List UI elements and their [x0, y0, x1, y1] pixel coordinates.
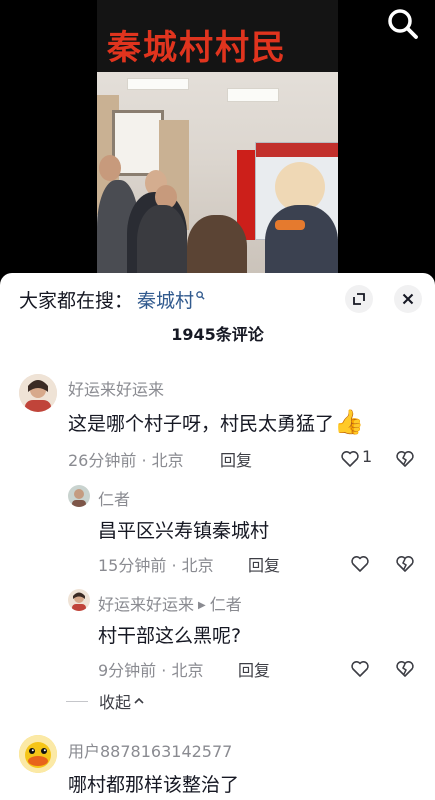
banner: 秦城村村民 [97, 0, 338, 72]
like-count: 1 [362, 447, 373, 466]
comment-location: 北京 [151, 451, 184, 470]
comment-meta: 26分钟前 · 北京 [68, 451, 184, 470]
reply-username[interactable]: 好运来好运来 [98, 595, 194, 614]
expand-button[interactable] [345, 285, 373, 313]
comments-sheet: 大家都在搜： 秦城村 1945条评论 好运来好运来 这是哪个村子呀，村民太勇猛了… [0, 273, 435, 800]
reply-location: 北京 [171, 661, 204, 680]
search-icon[interactable] [385, 6, 421, 42]
reply-text: 昌平区兴寿镇秦城村 [98, 520, 270, 542]
comment-text-body: 这是哪个村子呀，村民太勇猛了 [68, 413, 335, 435]
reply-time: 9分钟前 [98, 661, 157, 680]
heart-icon[interactable] [350, 554, 370, 574]
reply-time: 15分钟前 [98, 556, 167, 575]
scarf [275, 220, 305, 230]
heart-icon[interactable] [340, 449, 360, 469]
trending-search-prefix: 大家都在搜： [19, 289, 134, 312]
video-frame: 秦城村村民 [97, 0, 338, 285]
video-player[interactable]: 秦城村村民 [0, 0, 435, 285]
broken-heart-icon[interactable] [395, 554, 415, 574]
avatar[interactable] [68, 485, 90, 507]
ceiling-light [227, 88, 279, 102]
collapse-replies-button[interactable]: 收起 [66, 689, 144, 713]
comment-username[interactable]: 用户8878163142577 [68, 738, 232, 762]
collapse-label: 收起 [99, 693, 132, 712]
reply-meta: 15分钟前 · 北京 [98, 556, 214, 575]
reply-username[interactable]: 仁者 [98, 486, 130, 510]
comment-time: 26分钟前 [68, 451, 137, 470]
reply-to-username[interactable]: 仁者 [210, 595, 242, 614]
reply-arrow-icon: ▶ [198, 600, 206, 611]
thumbs-up-emoji: 👍 [334, 408, 364, 436]
comment-text: 哪村都那样该整治了 [68, 774, 240, 796]
divider [66, 700, 88, 702]
trending-search[interactable]: 大家都在搜： 秦城村 [19, 286, 205, 313]
chevron-up-icon [134, 694, 144, 708]
avatar[interactable] [68, 589, 90, 611]
banner-text: 秦城村村民 [107, 28, 287, 68]
reply-username-line: 好运来好运来 ▶ 仁者 [98, 591, 242, 615]
comment-count: 1945条评论 [171, 325, 264, 344]
comment-username[interactable]: 好运来好运来 [68, 376, 164, 400]
reply-button[interactable]: 回复 [238, 657, 270, 681]
reply-text: 村干部这么黑呢? [98, 625, 242, 647]
avatar[interactable] [19, 735, 57, 773]
close-button[interactable] [394, 285, 422, 313]
comment-text: 这是哪个村子呀，村民太勇猛了👍 [68, 408, 364, 436]
avatar[interactable] [19, 374, 57, 412]
broken-heart-icon[interactable] [395, 659, 415, 679]
close-icon [402, 293, 414, 305]
reply-button[interactable]: 回复 [220, 447, 252, 471]
trending-search-term[interactable]: 秦城村 [137, 286, 194, 313]
reply-meta: 9分钟前 · 北京 [98, 661, 204, 680]
reply-button[interactable]: 回复 [248, 552, 280, 576]
reply-location: 北京 [181, 556, 214, 575]
search-icon [196, 290, 205, 303]
person-head [99, 155, 121, 181]
ceiling-light [127, 78, 189, 90]
heart-icon[interactable] [350, 659, 370, 679]
expand-icon [353, 293, 365, 305]
broken-heart-icon[interactable] [395, 449, 415, 469]
